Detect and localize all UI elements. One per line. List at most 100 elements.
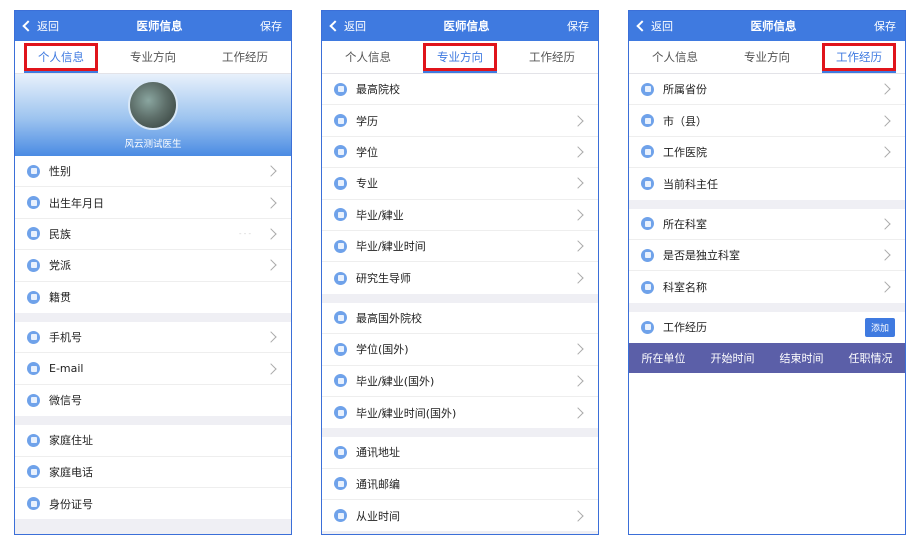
- tab-work-experience[interactable]: 工作经历: [199, 41, 291, 73]
- form-group: 所属省份市（县） 工作医院 当前科主任: [629, 74, 905, 200]
- field-icon: [334, 445, 347, 459]
- list-item[interactable]: 专业: [322, 168, 598, 200]
- form-group: 通讯地址通讯邮编从业时间: [322, 437, 598, 532]
- list-item[interactable]: 微信号: [15, 385, 291, 416]
- form-group: 所在科室 是否是独立科室 科室名称: [629, 208, 905, 303]
- tab-specialty[interactable]: 专业方向: [721, 41, 813, 73]
- add-button[interactable]: 添加: [864, 317, 895, 337]
- field-label: 籍贯: [49, 291, 71, 305]
- list-item[interactable]: 通讯邮编: [322, 469, 598, 501]
- tab-personal-info[interactable]: 个人信息: [15, 41, 107, 73]
- tab-personal-info[interactable]: 个人信息: [322, 41, 414, 73]
- list-item[interactable]: 学位: [322, 137, 598, 169]
- list-item[interactable]: 通讯地址: [322, 437, 598, 469]
- list-item[interactable]: 出生年月日: [15, 187, 291, 219]
- list-item[interactable]: 家庭电话: [15, 457, 291, 488]
- back-button[interactable]: 返回: [22, 18, 59, 34]
- form-group: 家庭住址家庭电话 身份证号: [15, 425, 291, 520]
- field-hint: - - -: [238, 229, 251, 238]
- list-item[interactable]: 是否是独立科室: [629, 240, 905, 272]
- chevron-right-icon: [879, 114, 891, 127]
- nav-bar: 返回 医师信息 保存: [322, 11, 598, 41]
- field-icon: [334, 176, 347, 190]
- chevron-left-icon: [22, 20, 34, 32]
- list-item[interactable]: 从业时间: [322, 500, 598, 531]
- list-item[interactable]: E-mail: [15, 353, 291, 385]
- column-header: 任职情况: [848, 352, 893, 366]
- highlight-box: [822, 43, 896, 71]
- tab-personal-info[interactable]: 个人信息: [629, 41, 721, 73]
- list-item[interactable]: 当前科主任: [629, 168, 905, 199]
- field-icon: [334, 406, 347, 420]
- field-icon: [334, 145, 347, 159]
- tab-specialty[interactable]: 专业方向: [107, 41, 199, 73]
- tab-label: 工作经历: [222, 50, 268, 64]
- field-label: 最高国外院校: [356, 311, 422, 325]
- chevron-right-icon: [879, 83, 891, 95]
- page-title: 医师信息: [750, 19, 797, 33]
- list-item[interactable]: 研究生导师: [322, 262, 598, 293]
- list-item[interactable]: 工作医院: [629, 137, 905, 169]
- list-item[interactable]: 所在科室: [629, 209, 905, 240]
- tab-label: 专业方向: [130, 50, 176, 64]
- list-item[interactable]: 所属省份: [629, 74, 905, 106]
- tab-specialty[interactable]: 专业方向: [414, 41, 506, 73]
- tab-label: 专业方向: [744, 50, 790, 64]
- list-item[interactable]: 党派: [15, 250, 291, 282]
- list-item[interactable]: 学历: [322, 105, 598, 137]
- list-item[interactable]: 毕业/肄业时间: [322, 231, 598, 263]
- list-item[interactable]: 毕业/肄业时间(国外): [322, 397, 598, 428]
- chevron-right-icon: [879, 146, 891, 158]
- list-item[interactable]: 民族 - - -: [15, 219, 291, 251]
- field-label: 出生年月日: [49, 196, 104, 210]
- form-group: 最高国外院校学位(国外) 毕业/肄业(国外) 毕业/肄业时间(国外): [322, 302, 598, 429]
- chevron-right-icon: [572, 375, 584, 387]
- field-icon: [334, 239, 347, 253]
- list-item[interactable]: 性别: [15, 156, 291, 188]
- field-label: 学位: [356, 145, 378, 159]
- field-label: 所属省份: [663, 83, 707, 97]
- chevron-right-icon: [879, 218, 891, 230]
- tab-work-experience[interactable]: 工作经历: [506, 41, 598, 73]
- work-history-row: 工作经历 添加: [629, 312, 905, 343]
- list-item[interactable]: 科室名称: [629, 271, 905, 302]
- phone-screen-specialty: 返回 医师信息 保存 个人信息 专业方向 工作经历 最高院校 学历 学位 专业 毕业/肄…: [321, 10, 599, 535]
- field-label: 家庭住址: [49, 434, 93, 448]
- tab-work-experience[interactable]: 工作经历: [813, 41, 905, 73]
- field-label: 通讯邮编: [356, 477, 400, 491]
- save-button[interactable]: 保存: [567, 18, 589, 34]
- page-title: 医师信息: [136, 19, 183, 33]
- field-icon: [641, 145, 654, 159]
- avatar[interactable]: [128, 80, 178, 130]
- chevron-right-icon: [265, 259, 277, 272]
- list-item[interactable]: 毕业/肄业(国外): [322, 366, 598, 397]
- field-icon: [27, 362, 40, 376]
- save-button[interactable]: 保存: [874, 18, 896, 34]
- list-item[interactable]: 手机号: [15, 322, 291, 354]
- field-label: 民族: [49, 227, 71, 241]
- save-button[interactable]: 保存: [260, 18, 282, 34]
- chevron-right-icon: [572, 240, 584, 252]
- list-item[interactable]: 籍贯: [15, 282, 291, 313]
- chevron-right-icon: [879, 281, 891, 293]
- chevron-right-icon: [572, 272, 584, 284]
- tab-bar: 个人信息 专业方向 工作经历: [322, 41, 598, 74]
- list-item[interactable]: 身份证号: [15, 488, 291, 519]
- back-button[interactable]: 返回: [329, 18, 366, 34]
- list-item[interactable]: 市（县）: [629, 105, 905, 137]
- field-icon: [27, 164, 40, 178]
- back-button[interactable]: 返回: [636, 18, 673, 34]
- list-item[interactable]: 最高国外院校: [322, 303, 598, 335]
- field-icon: [334, 477, 347, 491]
- field-icon: [641, 217, 654, 231]
- form-sections: 所属省份市（县） 工作医院 当前科主任所在科室 是否是独立科室 科室名称: [629, 74, 905, 303]
- field-icon: [27, 258, 40, 272]
- phone-screen-work-experience: 返回 医师信息 保存 个人信息 专业方向 工作经历 所属省份市（县） 工作医院 当前…: [628, 10, 906, 535]
- list-item[interactable]: 毕业/肄业: [322, 200, 598, 231]
- list-item[interactable]: 学位(国外): [322, 334, 598, 366]
- list-item[interactable]: 家庭住址: [15, 425, 291, 457]
- chevron-right-icon: [265, 165, 277, 177]
- chevron-right-icon: [572, 177, 584, 190]
- field-icon: [27, 433, 40, 447]
- list-item[interactable]: 最高院校: [322, 74, 598, 106]
